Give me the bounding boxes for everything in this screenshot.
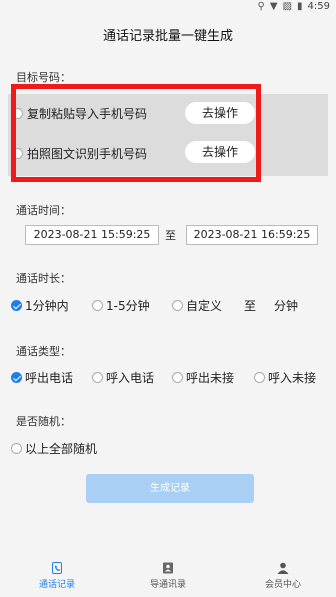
tab-member-center[interactable]: 会员中心 <box>243 562 323 590</box>
contacts-icon <box>163 562 173 574</box>
duration-label: 通话时长： <box>16 272 71 285</box>
call-type-option-label: 呼出未接 <box>186 371 235 385</box>
page-title: 通话记录批量一键生成 <box>102 29 233 44</box>
generate-button[interactable]: 生成记录 <box>86 474 254 503</box>
radio-icon[interactable] <box>92 300 103 311</box>
tab-label: 通话记录 <box>38 580 75 590</box>
radio-icon[interactable] <box>254 372 265 383</box>
time-separator: 至 <box>165 229 176 242</box>
duration-option-custom[interactable]: 自定义 <box>172 297 222 314</box>
random-label: 是否随机： <box>16 415 71 428</box>
status-bar: ⚲ ▼ ▨ ▮ 4:59 <box>0 0 336 16</box>
tab-label: 导通讯录 <box>149 580 186 590</box>
random-all-label: 以上全部随机 <box>25 442 98 456</box>
status-time: 4:59 <box>307 1 330 12</box>
no-sim-icon: ▨ <box>282 1 293 12</box>
status-icons: ⚲ ▼ ▨ ▮ 4:59 <box>258 1 330 12</box>
call-type-option-label: 呼入电话 <box>106 371 155 385</box>
radio-icon[interactable] <box>172 372 183 383</box>
call-type-outgoing[interactable]: 呼出电话 <box>11 369 73 386</box>
radio-icon[interactable] <box>11 443 22 454</box>
highlight-frame <box>11 84 261 182</box>
person-icon <box>277 562 289 574</box>
tab-import-contacts[interactable]: 导通讯录 <box>128 562 208 590</box>
radio-icon[interactable] <box>172 300 183 311</box>
call-type-option-label: 呼出电话 <box>25 371 74 385</box>
duration-option-label: 1分钟内 <box>25 299 69 313</box>
duration-option-label: 自定义 <box>186 299 223 313</box>
battery-icon: ▮ <box>297 1 303 12</box>
time-label: 通话时间： <box>16 204 71 217</box>
bottom-tab-bar: 通话记录 导通讯录 会员中心 <box>0 557 336 597</box>
call-type-incoming-missed[interactable]: 呼入未接 <box>254 369 316 386</box>
duration-option-label: 1-5分钟 <box>106 299 150 313</box>
target-label: 目标号码： <box>16 71 71 84</box>
tab-call-log[interactable]: 通话记录 <box>17 562 97 590</box>
call-type-label: 通话类型： <box>16 345 71 358</box>
custom-duration-to: 至 <box>244 299 257 313</box>
call-type-incoming[interactable]: 呼入电话 <box>92 369 154 386</box>
start-time-field[interactable]: 2023-08-21 15:59:25 <box>25 225 159 245</box>
random-all-option[interactable]: 以上全部随机 <box>11 440 97 457</box>
wifi-icon: ▼ <box>269 1 278 12</box>
call-type-option-label: 呼入未接 <box>268 371 317 385</box>
radio-icon[interactable] <box>92 372 103 383</box>
duration-option-1min[interactable]: 1分钟内 <box>11 297 69 314</box>
tab-label: 会员中心 <box>264 580 301 590</box>
checked-radio-icon[interactable] <box>11 372 22 383</box>
phone-icon <box>52 562 62 574</box>
checked-radio-icon[interactable] <box>11 300 22 311</box>
location-icon: ⚲ <box>257 1 265 12</box>
end-time-field[interactable]: 2023-08-21 16:59:25 <box>186 225 318 245</box>
duration-option-1to5min[interactable]: 1-5分钟 <box>92 297 150 314</box>
call-type-outgoing-missed[interactable]: 呼出未接 <box>172 369 234 386</box>
custom-duration-unit: 分钟 <box>274 299 299 313</box>
